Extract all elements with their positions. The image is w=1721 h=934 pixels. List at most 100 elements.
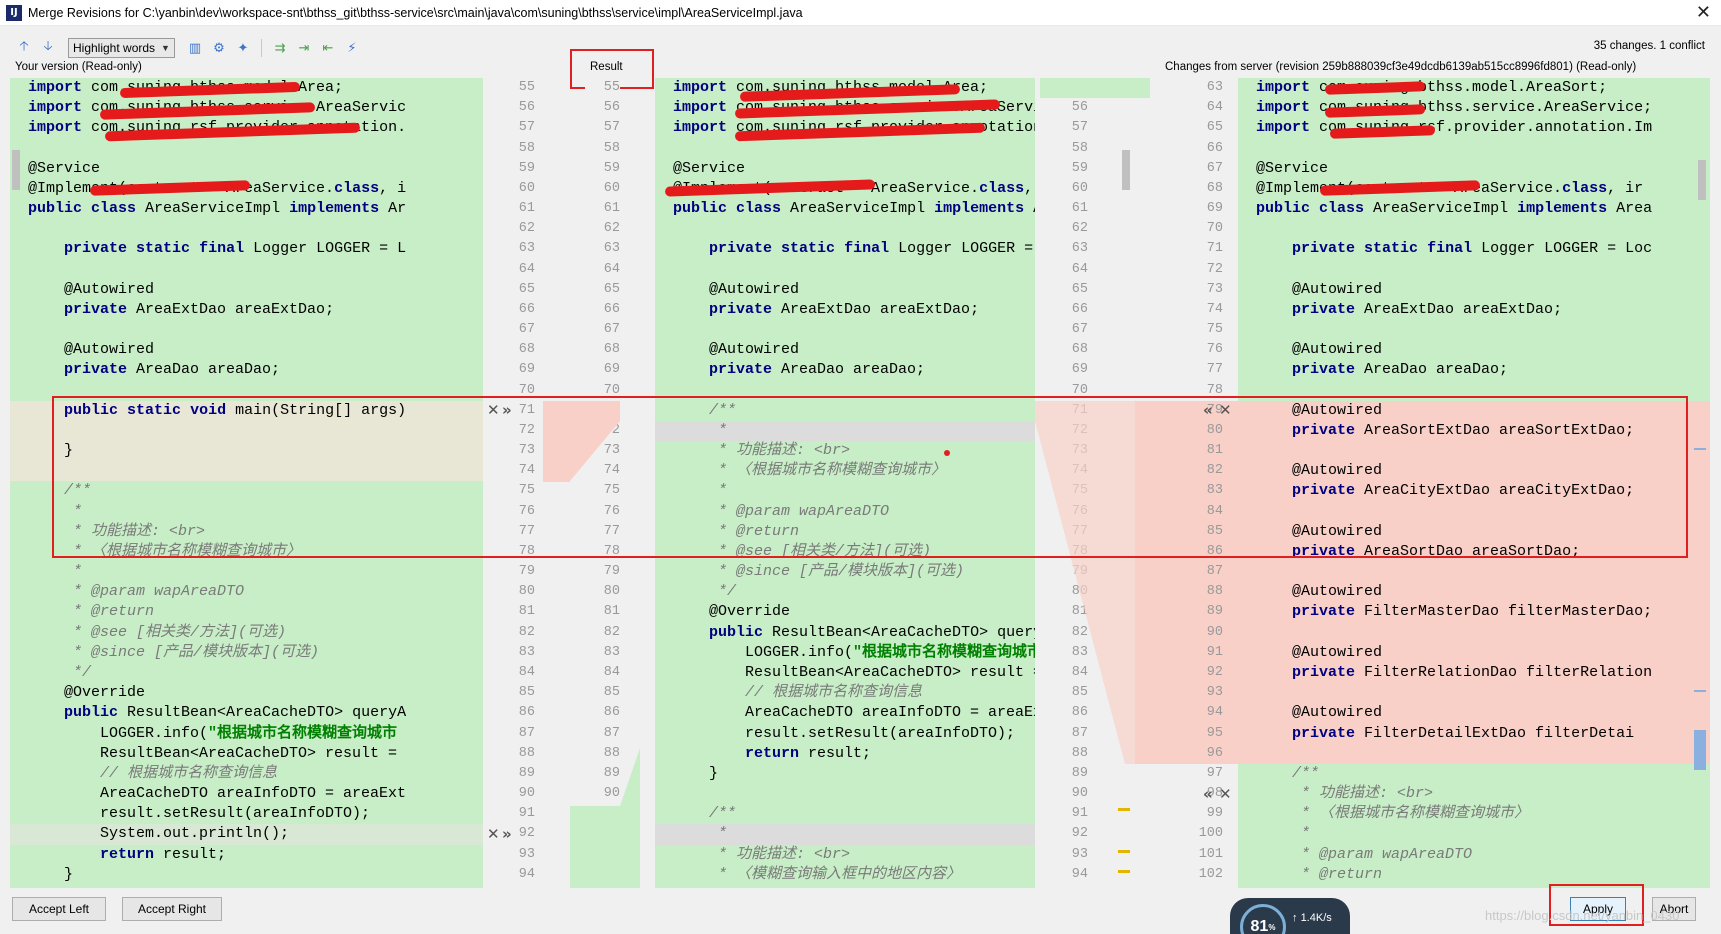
code-line[interactable]: * 功能描述: <br> [655, 845, 1035, 865]
code-line[interactable]: * @see [相关类/方法](可选) [10, 623, 483, 643]
highlight-mode-select[interactable]: Highlight words ▼ [68, 38, 175, 58]
left-conflict-reject-icon[interactable]: ✕ [487, 401, 500, 419]
code-line[interactable]: private AreaDao areaDao; [655, 360, 1035, 380]
previous-change-icon[interactable]: 🡡 [14, 38, 34, 58]
code-line[interactable]: result.setResult(areaInfoDTO); [10, 804, 483, 824]
code-line[interactable]: @Autowired [1238, 400, 1710, 421]
code-line[interactable] [1238, 743, 1710, 764]
code-line[interactable]: * 〈模糊查询输入框中的地区内容〉 [655, 865, 1035, 885]
code-line[interactable]: @Service [1238, 159, 1710, 179]
code-line[interactable]: * 〈根据城市名称模糊查询城市〉 [655, 461, 1035, 481]
right-change-accept-icon[interactable]: « [1203, 785, 1213, 803]
left-scrollbar[interactable] [12, 150, 20, 190]
code-line[interactable]: * @param wapAreaDTO [1238, 845, 1710, 865]
result-scrollbar[interactable] [1122, 150, 1130, 190]
apply-left-icon[interactable]: ⇥ [294, 38, 314, 58]
code-line[interactable]: @Override [655, 602, 1035, 622]
code-line[interactable]: import com.suning.bthss.model.AreaSort; [1238, 78, 1710, 98]
code-line[interactable]: * [655, 420, 1035, 442]
code-line[interactable]: private AreaExtDao areaExtDao; [1238, 300, 1710, 320]
code-line[interactable]: AreaCacheDTO areaInfoDTO = areaExt [10, 784, 483, 804]
code-line[interactable] [10, 420, 483, 442]
code-line[interactable]: * [10, 562, 483, 582]
code-line[interactable]: @Service [10, 159, 483, 179]
code-line[interactable]: import com.suning.bthss.service.AreaServ… [1238, 98, 1710, 118]
code-line[interactable]: public ResultBean<AreaCacheDTO> queryAre… [655, 623, 1035, 643]
code-line[interactable]: @Autowired [1238, 461, 1710, 482]
code-line[interactable]: private FilterMasterDao filterMasterDao; [1238, 602, 1710, 623]
code-line[interactable] [1238, 562, 1710, 583]
code-line[interactable] [655, 139, 1035, 159]
code-line[interactable]: public class AreaServiceImpl implements … [1238, 199, 1710, 219]
code-line[interactable] [10, 139, 483, 159]
result-code-pane[interactable]: import com.suning.bthss.model.Area;impor… [655, 78, 1035, 888]
code-line[interactable] [1238, 441, 1710, 462]
right-conflict-accept-icon[interactable]: « [1203, 401, 1213, 419]
apply-non-conflicting-icon[interactable]: ⇉ [270, 38, 290, 58]
code-line[interactable]: private static final Logger LOGGER = Log… [655, 239, 1035, 259]
code-line[interactable] [655, 320, 1035, 340]
code-line[interactable]: public class AreaServiceImpl implements … [10, 199, 483, 219]
left-change-reject-icon[interactable]: ✕ [487, 825, 500, 843]
code-line[interactable]: private AreaSortDao areaSortDao; [1238, 541, 1710, 563]
code-line[interactable]: * @return [1238, 865, 1710, 885]
code-line[interactable]: @Autowired [1238, 642, 1710, 663]
accept-left-button[interactable]: Accept Left [12, 897, 106, 921]
code-line[interactable]: AreaCacheDTO areaInfoDTO = areaExtDao [655, 703, 1035, 723]
code-line[interactable]: @Autowired [1238, 340, 1710, 360]
code-line[interactable]: /** [655, 401, 1035, 421]
code-line[interactable] [1238, 260, 1710, 280]
code-line[interactable]: @Autowired [655, 340, 1035, 360]
code-line[interactable]: @Service [655, 159, 1035, 179]
code-line[interactable]: ResultBean<AreaCacheDTO> result = [10, 744, 483, 764]
code-line[interactable] [10, 381, 483, 401]
code-line[interactable]: return result; [10, 845, 483, 865]
code-line[interactable]: @Autowired [10, 280, 483, 300]
code-line[interactable] [1238, 501, 1710, 522]
code-line[interactable]: System.out.println(); [10, 824, 483, 845]
code-line[interactable]: /** [1238, 764, 1710, 784]
side-by-side-icon[interactable]: ▥ [185, 38, 205, 58]
code-line[interactable]: } [655, 764, 1035, 784]
code-line[interactable]: private FilterRelationDao filterRelation [1238, 662, 1710, 684]
code-line[interactable]: private AreaCityExtDao areaCityExtDao; [1238, 481, 1710, 502]
code-line[interactable]: * 〈根据城市名称模糊查询城市〉 [1238, 804, 1710, 824]
code-line[interactable]: } [10, 441, 483, 462]
code-line[interactable] [1238, 381, 1710, 401]
code-line[interactable]: @Autowired [1238, 582, 1710, 603]
left-conflict-accept-icon[interactable]: » [502, 401, 512, 419]
right-conflict-reject-icon[interactable]: ✕ [1219, 401, 1232, 419]
close-icon[interactable]: ✕ [1696, 2, 1711, 23]
code-line[interactable]: result.setResult(areaInfoDTO); [655, 724, 1035, 744]
code-line[interactable]: * 功能描述: <br> [655, 441, 1035, 461]
gear-icon[interactable]: ⚙ [209, 38, 229, 58]
code-line[interactable] [1238, 139, 1710, 159]
code-line[interactable]: private AreaDao areaDao; [10, 360, 483, 380]
code-line[interactable]: return result; [655, 744, 1035, 764]
code-line[interactable]: * 功能描述: <br> [10, 522, 483, 542]
code-line[interactable]: LOGGER.info("根据城市名称模糊查询城市 [10, 724, 483, 744]
code-line[interactable]: @Autowired [1238, 703, 1710, 724]
code-line[interactable]: LOGGER.info("根据城市名称模糊查询城市:{} [655, 643, 1035, 663]
code-line[interactable]: private static final Logger LOGGER = Loc [1238, 239, 1710, 259]
code-line[interactable]: * @return [655, 522, 1035, 542]
next-change-icon[interactable]: 🡣 [38, 38, 58, 58]
code-line[interactable]: import com.suning.rsf.provider.annotatio… [1238, 118, 1710, 138]
code-line[interactable]: @Autowired [1238, 521, 1710, 542]
code-line[interactable]: * [655, 481, 1035, 501]
code-line[interactable]: private static final Logger LOGGER = L [10, 239, 483, 259]
apply-right-icon[interactable]: ⇤ [318, 38, 338, 58]
code-line[interactable]: * [655, 824, 1035, 845]
right-code-pane[interactable]: import com.suning.bthss.model.AreaSort; i… [1238, 78, 1710, 888]
code-line[interactable] [655, 381, 1035, 401]
code-line[interactable] [655, 784, 1035, 804]
code-line[interactable]: @Autowired [10, 340, 483, 360]
right-change-reject-icon[interactable]: ✕ [1219, 785, 1232, 803]
code-line[interactable] [1238, 622, 1710, 643]
code-line[interactable] [10, 260, 483, 280]
code-line[interactable]: * @since [产品/模块版本](可选) [10, 643, 483, 663]
code-line[interactable] [1238, 320, 1710, 340]
code-line[interactable]: public class AreaServiceImpl implements … [655, 199, 1035, 219]
code-line[interactable]: @Autowired [1238, 280, 1710, 300]
code-line[interactable]: * @see [相关类/方法](可选) [655, 542, 1035, 562]
